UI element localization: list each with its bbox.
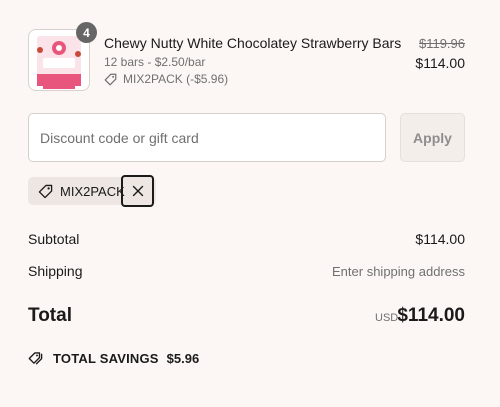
- shipping-value: Enter shipping address: [332, 264, 465, 279]
- subtotal-value: $114.00: [415, 231, 465, 247]
- shipping-label: Shipping: [28, 263, 83, 279]
- product-variant: 12 bars - $2.50/bar: [104, 55, 206, 69]
- total-savings: TOTAL SAVINGS $5.96: [28, 351, 199, 366]
- total-label: Total: [28, 305, 72, 326]
- quantity-badge: 4: [76, 22, 97, 43]
- applied-discount-code: MIX2PACK: [60, 183, 125, 199]
- remove-discount-button[interactable]: [121, 175, 154, 207]
- close-icon: [132, 185, 143, 197]
- discount-code-input[interactable]: [28, 113, 386, 162]
- product-title: Chewy Nutty White Chocolatey Strawberry …: [104, 35, 402, 51]
- total-savings-amount: $5.96: [166, 351, 200, 366]
- apply-button[interactable]: Apply: [400, 113, 465, 162]
- total-value: $114.00: [397, 305, 465, 326]
- product-discount: MIX2PACK (-$5.96): [104, 72, 228, 86]
- total-currency: USD: [375, 312, 399, 324]
- subtotal-label: Subtotal: [28, 231, 80, 247]
- line-price: $114.00: [415, 55, 465, 71]
- tag-icon: [104, 73, 117, 85]
- total-savings-label: TOTAL SAVINGS: [53, 351, 159, 366]
- product-discount-label: MIX2PACK (-$5.96): [123, 72, 229, 86]
- tag-icon: [38, 184, 53, 198]
- original-price: $119.96: [418, 36, 465, 51]
- discount-tags-icon: [28, 352, 43, 365]
